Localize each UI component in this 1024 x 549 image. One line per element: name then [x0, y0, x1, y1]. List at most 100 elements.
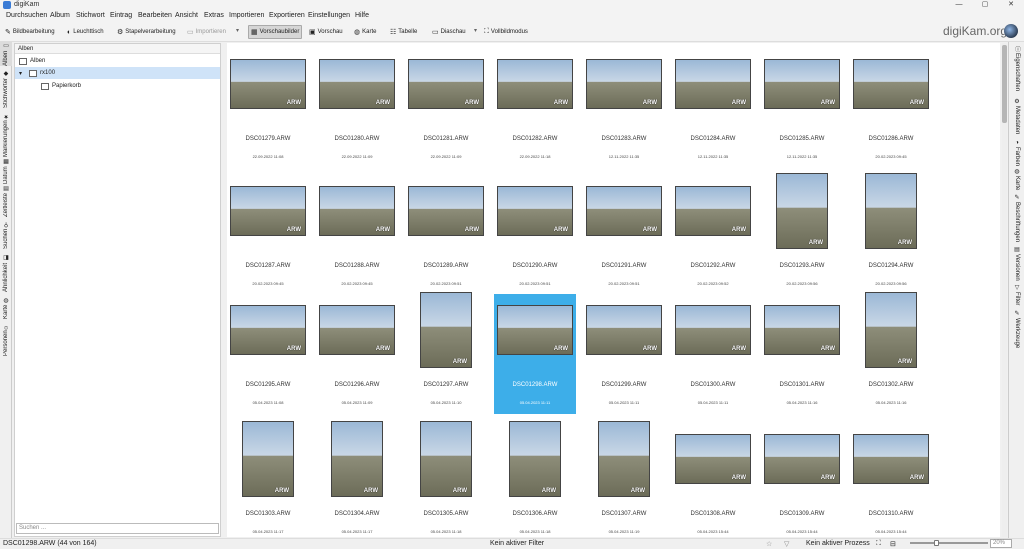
- thumbnail-item[interactable]: ARW DSC01281.ARW 22.09.2022 11:09: [405, 48, 487, 168]
- thumbnail-image[interactable]: ARW: [319, 59, 395, 109]
- menu-eintrag[interactable]: Eintrag: [110, 12, 132, 19]
- thumbnail-image[interactable]: ARW: [865, 292, 917, 368]
- menu-bearbeiten[interactable]: Bearbeiten: [138, 12, 172, 19]
- thumbnail-image[interactable]: ARW: [764, 305, 840, 355]
- thumbnail-image[interactable]: ARW: [408, 59, 484, 109]
- tab-stichwoerter[interactable]: Stichwörter ◆: [0, 68, 12, 110]
- tab-eigenschaften[interactable]: ⓘ Eigenschaften: [1011, 46, 1023, 96]
- tree-item-rx100[interactable]: ▾ rx100: [15, 67, 220, 79]
- thumbnail-image[interactable]: ARW: [675, 186, 751, 236]
- thumbnail-item[interactable]: ARW DSC01310.ARW 05.04.2023 15:44: [850, 423, 932, 537]
- tab-alben[interactable]: Alben ▭: [0, 42, 12, 66]
- thumbnail-item[interactable]: ARW DSC01292.ARW 20.02.2023 09:52: [672, 175, 754, 295]
- thumbnail-image[interactable]: ARW: [675, 434, 751, 484]
- tab-werkzeuge[interactable]: ✎ Werkzeuge: [1011, 310, 1023, 352]
- import-dropdown-icon[interactable]: ▾: [236, 27, 239, 34]
- tab-versionen[interactable]: ▤ Versionen: [1011, 246, 1023, 282]
- vorschaubilder-button[interactable]: ▦ Vorschaubilder: [248, 25, 303, 39]
- thumbnail-item[interactable]: ARW DSC01280.ARW 22.09.2022 11:09: [316, 48, 398, 168]
- thumbnail-image[interactable]: ARW: [776, 173, 828, 249]
- thumbnail-image[interactable]: ARW: [586, 305, 662, 355]
- thumbnail-item[interactable]: ARW DSC01282.ARW 22.09.2022 11:18: [494, 48, 576, 168]
- thumbnail-image[interactable]: ARW: [598, 421, 650, 497]
- status-filter-icon[interactable]: ▽: [784, 540, 789, 548]
- thumbnail-item[interactable]: ARW DSC01298.ARW 05.04.2023 11:11: [494, 294, 576, 414]
- tab-metadaten[interactable]: ⚙ Metadaten: [1011, 98, 1023, 138]
- scrollbar-thumb[interactable]: [1002, 45, 1007, 123]
- thumbnail-item[interactable]: ARW DSC01288.ARW 20.02.2023 09:45: [316, 175, 398, 295]
- thumbnail-image[interactable]: ARW: [319, 305, 395, 355]
- thumbnail-image[interactable]: ARW: [497, 59, 573, 109]
- album-search-input[interactable]: Suchen ...: [16, 523, 219, 534]
- menu-ansicht[interactable]: Ansicht: [175, 12, 198, 19]
- bildbearbeitung-button[interactable]: ✎ Bildbearbeitung: [3, 25, 57, 39]
- importieren-button[interactable]: ▭ Importieren: [185, 25, 228, 39]
- thumbnail-image[interactable]: ARW: [764, 59, 840, 109]
- thumbnail-item[interactable]: ARW DSC01299.ARW 05.04.2023 11:11: [583, 294, 665, 414]
- status-pin-icon[interactable]: ☆: [766, 540, 772, 548]
- thumbnail-item[interactable]: ARW DSC01309.ARW 05.04.2023 15:44: [761, 423, 843, 537]
- close-button[interactable]: ✕: [998, 0, 1024, 10]
- menu-stichwort[interactable]: Stichwort: [76, 12, 105, 19]
- tabelle-button[interactable]: ☷ Tabelle: [388, 25, 419, 39]
- maximize-button[interactable]: ▢: [972, 0, 998, 10]
- minimize-button[interactable]: —: [946, 0, 972, 10]
- thumbnail-item[interactable]: ARW DSC01287.ARW 20.02.2023 09:45: [227, 175, 309, 295]
- thumbnail-item[interactable]: ARW DSC01289.ARW 20.02.2023 09:51: [405, 175, 487, 295]
- thumbnail-item[interactable]: ARW DSC01304.ARW 05.04.2023 11:17: [316, 421, 398, 537]
- thumbnail-image[interactable]: ARW: [331, 421, 383, 497]
- menu-durchsuchen[interactable]: Durchsuchen: [6, 12, 47, 19]
- tab-beschriftungen[interactable]: ✎ Beschriftungen: [1011, 194, 1023, 244]
- thumbnail-item[interactable]: ARW DSC01307.ARW 05.04.2023 11:19: [583, 421, 665, 537]
- leuchttisch-button[interactable]: ◐ Leuchttisch: [65, 25, 106, 39]
- menu-album[interactable]: Album: [50, 12, 70, 19]
- thumbnail-item[interactable]: ARW DSC01306.ARW 05.04.2023 11:18: [494, 421, 576, 537]
- thumbnail-item[interactable]: ARW DSC01302.ARW 05.04.2023 11:16: [850, 292, 932, 414]
- thumbnail-image[interactable]: ARW: [509, 421, 561, 497]
- tree-item-alben[interactable]: Alben: [19, 55, 219, 67]
- thumbnail-image[interactable]: ARW: [497, 186, 573, 236]
- thumbnail-image[interactable]: ARW: [408, 186, 484, 236]
- zoom-slider-handle[interactable]: [934, 540, 939, 546]
- tab-karte[interactable]: Karte ◍: [0, 296, 12, 320]
- stapelverarbeitung-button[interactable]: ⚙ Stapelverarbeitung: [115, 25, 178, 39]
- menu-einstellungen[interactable]: Einstellungen: [308, 12, 350, 19]
- grid-scrollbar[interactable]: [1002, 43, 1007, 537]
- thumbnail-item[interactable]: ARW DSC01305.ARW 05.04.2023 11:18: [405, 421, 487, 537]
- zoom-out-icon[interactable]: ⊟: [890, 540, 896, 548]
- thumbnail-item[interactable]: ARW DSC01286.ARW 20.02.2023 09:45: [850, 48, 932, 168]
- tree-item-papierkorb[interactable]: Papierkorb: [41, 80, 191, 92]
- tab-karte-right[interactable]: ◍ Karte: [1011, 168, 1023, 192]
- thumbnail-item[interactable]: ARW DSC01296.ARW 05.04.2023 11:09: [316, 294, 398, 414]
- tab-markierungen[interactable]: Markierungen ★: [0, 112, 12, 158]
- thumbnail-image[interactable]: ARW: [586, 186, 662, 236]
- thumbnail-image[interactable]: ARW: [675, 59, 751, 109]
- thumbnail-image[interactable]: ARW: [230, 186, 306, 236]
- thumbnail-image[interactable]: ARW: [586, 59, 662, 109]
- thumbnail-image[interactable]: ARW: [420, 292, 472, 368]
- thumbnail-item[interactable]: ARW DSC01301.ARW 05.04.2023 11:16: [761, 294, 843, 414]
- tab-filter[interactable]: ▽ Filter: [1011, 284, 1023, 308]
- thumbnail-image[interactable]: ARW: [497, 305, 573, 355]
- diaschau-button[interactable]: ▭ Diaschau: [430, 25, 468, 39]
- thumbnail-image[interactable]: ARW: [420, 421, 472, 497]
- thumbnail-image[interactable]: ARW: [865, 173, 917, 249]
- thumbnail-item[interactable]: ARW DSC01295.ARW 05.04.2023 11:08: [227, 294, 309, 414]
- zoom-fit-icon[interactable]: ⛶: [876, 540, 881, 548]
- thumbnail-item[interactable]: ARW DSC01279.ARW 22.09.2022 11:08: [227, 48, 309, 168]
- tab-datum[interactable]: Datum ▦: [0, 158, 12, 184]
- vorschau-button[interactable]: ▣ Vorschau: [307, 25, 345, 39]
- thumbnail-item[interactable]: ARW DSC01284.ARW 12.11.2022 11:35: [672, 48, 754, 168]
- thumbnail-image[interactable]: ARW: [853, 434, 929, 484]
- tab-aehnlichkeit[interactable]: Ähnlichkeit ◧: [0, 252, 12, 294]
- karte-button[interactable]: ◍ Karte: [352, 25, 378, 39]
- zoom-slider[interactable]: [910, 542, 988, 544]
- menu-importieren[interactable]: Importieren: [229, 12, 264, 19]
- thumbnail-image[interactable]: ARW: [230, 305, 306, 355]
- menu-extras[interactable]: Extras: [204, 12, 224, 19]
- diaschau-dropdown-icon[interactable]: ▾: [474, 27, 477, 34]
- thumbnail-item[interactable]: ARW DSC01308.ARW 05.04.2023 15:44: [672, 423, 754, 537]
- thumbnail-item[interactable]: ARW DSC01294.ARW 20.02.2023 09:56: [850, 173, 932, 295]
- expand-arrow-icon[interactable]: ▾: [19, 70, 22, 77]
- thumbnail-item[interactable]: ARW DSC01300.ARW 05.04.2023 11:11: [672, 294, 754, 414]
